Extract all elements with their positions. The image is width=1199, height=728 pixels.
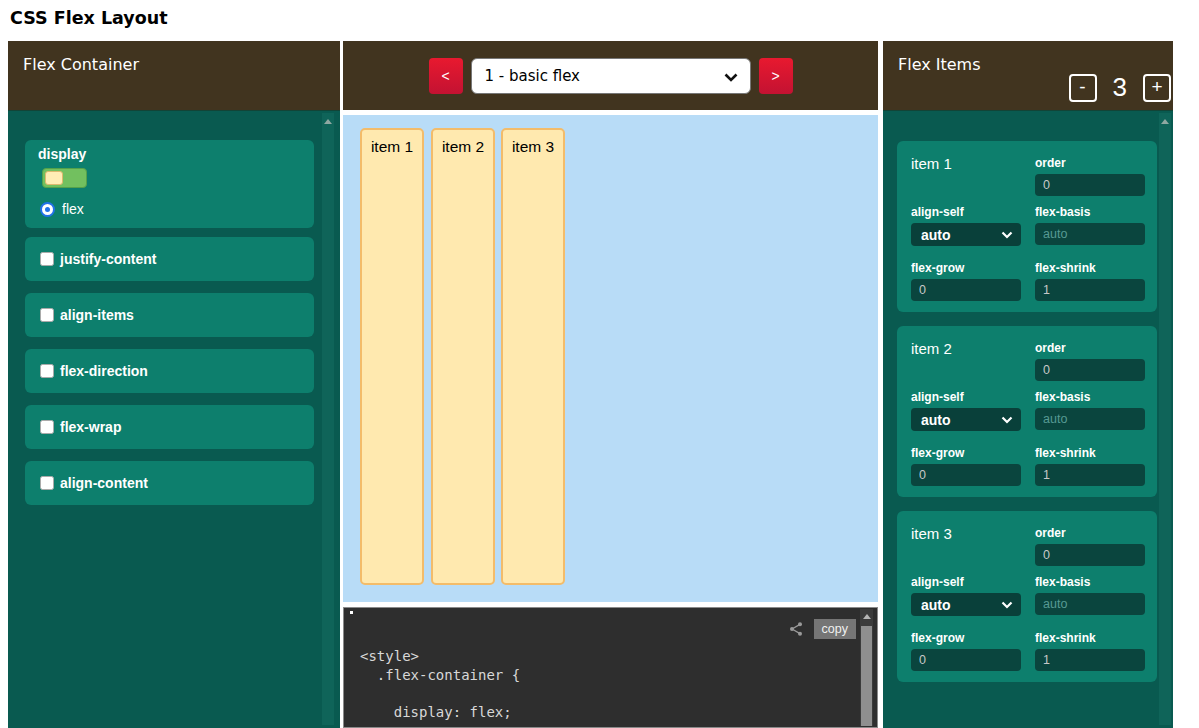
order-label: order [1035,526,1145,540]
display-label: display [38,146,86,162]
flex-shrink-input[interactable] [1035,279,1145,301]
flex-items-panel: Flex Items - 3 + item 1 order align-self… [883,41,1173,728]
preview-panel: < 1 - basic flex > item 1 item 2 item 3 … [343,41,878,728]
item-card-2: item 2 order align-self auto flex-basis … [897,326,1157,497]
order-input[interactable] [1035,544,1145,566]
prev-example-button[interactable]: < [429,58,463,94]
flex-shrink-label: flex-shrink [1035,261,1145,275]
flex-wrap-label: flex-wrap [60,419,121,435]
align-self-value: auto [921,412,951,428]
scroll-up-icon[interactable] [324,119,332,124]
flex-radio[interactable] [40,202,55,217]
flex-direction-label: flex-direction [60,363,148,379]
align-self-select[interactable]: auto [911,408,1021,431]
flex-container-preview: item 1 item 2 item 3 [343,115,878,602]
item-card-3: item 3 order align-self auto flex-basis … [897,511,1157,682]
flex-item-1: item 1 [360,128,424,585]
property-card-align-items: align-items [25,293,314,337]
flex-grow-label: flex-grow [911,631,1021,645]
code-panel: copy <style> .flex-container { display: … [343,607,878,728]
scroll-up-icon[interactable] [863,614,871,619]
align-items-label: align-items [60,307,134,323]
flex-shrink-input[interactable] [1035,464,1145,486]
flex-basis-label: flex-basis [1035,575,1145,589]
flex-container-title: Flex Container [23,55,139,74]
align-self-label: align-self [911,205,1021,219]
chevron-down-icon [1001,231,1013,239]
flex-items-title: Flex Items [898,55,981,74]
next-example-button[interactable]: > [759,58,793,94]
property-card-align-content: align-content [25,461,314,505]
item-card-title: item 1 [911,155,952,172]
flex-shrink-label: flex-shrink [1035,631,1145,645]
flex-basis-input[interactable] [1035,593,1145,615]
flex-container-header: Flex Container [8,41,340,110]
flex-direction-checkbox[interactable] [40,364,54,378]
align-self-value: auto [921,227,951,243]
code-text: <style> .flex-container { display: flex; [360,647,520,722]
justify-content-label: justify-content [60,251,156,267]
example-select-value: 1 - basic flex [485,67,581,85]
flex-container-body: display flex justify-content align-items… [8,110,340,728]
display-card: display flex [25,140,314,228]
remove-item-button[interactable]: - [1069,74,1097,102]
flex-shrink-input[interactable] [1035,649,1145,671]
display-toggle[interactable] [42,168,87,188]
copy-button[interactable]: copy [814,619,856,639]
flex-item-3: item 3 [501,128,565,585]
property-card-flex-direction: flex-direction [25,349,314,393]
share-icon[interactable] [788,621,804,637]
flex-container-scrollbar[interactable] [322,113,334,725]
property-card-justify-content: justify-content [25,237,314,281]
flex-items-body: item 1 order align-self auto flex-basis … [883,110,1173,728]
flex-basis-input[interactable] [1035,223,1145,245]
chevron-down-icon [723,72,739,83]
align-self-value: auto [921,597,951,613]
flex-container-panel: Flex Container display flex justify-cont… [8,41,340,728]
flex-grow-input[interactable] [911,464,1021,486]
align-self-select[interactable]: auto [911,223,1021,246]
flex-grow-input[interactable] [911,649,1021,671]
property-card-flex-wrap: flex-wrap [25,405,314,449]
align-self-label: align-self [911,575,1021,589]
justify-content-checkbox[interactable] [40,252,54,266]
flex-item-2: item 2 [431,128,495,585]
flex-shrink-label: flex-shrink [1035,446,1145,460]
flex-basis-input[interactable] [1035,408,1145,430]
item-count: 3 [1113,72,1127,103]
flex-items-header: Flex Items - 3 + [883,41,1173,110]
preview-header: < 1 - basic flex > [343,41,878,110]
order-input[interactable] [1035,359,1145,381]
chevron-down-icon [1001,601,1013,609]
flex-basis-label: flex-basis [1035,390,1145,404]
scroll-up-icon[interactable] [1161,119,1169,124]
code-scrollbar-thumb[interactable] [861,626,872,726]
item-card-title: item 2 [911,340,952,357]
align-self-select[interactable]: auto [911,593,1021,616]
flex-items-scrollbar[interactable] [1159,113,1171,725]
code-bullet-dot [350,611,353,614]
flex-wrap-checkbox[interactable] [40,420,54,434]
flex-grow-label: flex-grow [911,446,1021,460]
example-select[interactable]: 1 - basic flex [471,58,751,94]
align-self-label: align-self [911,390,1021,404]
item-card-1: item 1 order align-self auto flex-basis … [897,141,1157,312]
flex-radio-label: flex [62,201,84,217]
order-label: order [1035,341,1145,355]
flex-grow-input[interactable] [911,279,1021,301]
align-items-checkbox[interactable] [40,308,54,322]
flex-basis-label: flex-basis [1035,205,1145,219]
order-label: order [1035,156,1145,170]
flex-grow-label: flex-grow [911,261,1021,275]
display-toggle-knob [45,171,63,185]
item-card-title: item 3 [911,525,952,542]
order-input[interactable] [1035,174,1145,196]
code-scrollbar[interactable] [860,609,873,726]
align-content-checkbox[interactable] [40,476,54,490]
page-title: CSS Flex Layout [10,8,168,28]
chevron-down-icon [1001,416,1013,424]
add-item-button[interactable]: + [1143,74,1171,102]
align-content-label: align-content [60,475,148,491]
